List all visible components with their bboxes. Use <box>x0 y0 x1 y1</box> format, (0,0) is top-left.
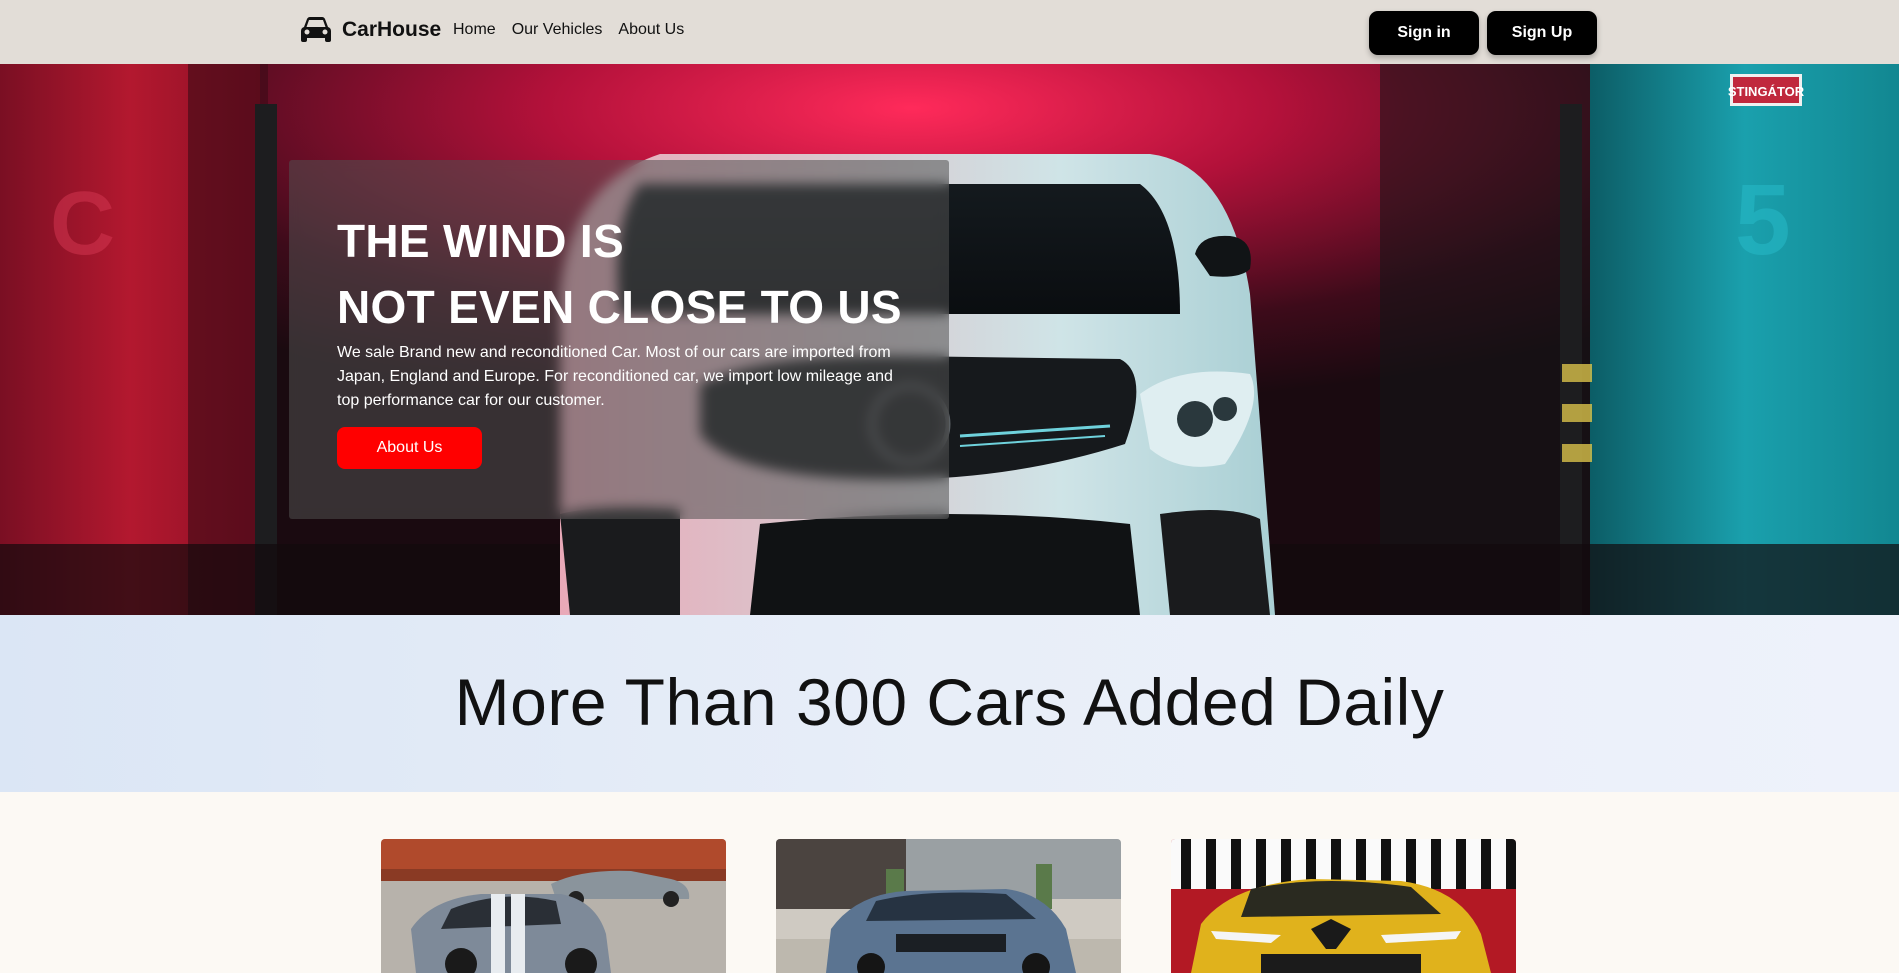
brand[interactable]: CarHouse <box>300 16 441 44</box>
vehicle-card[interactable] <box>381 839 726 973</box>
nav-link-our-vehicles[interactable]: Our Vehicles <box>512 21 603 39</box>
banner-title: More Than 300 Cars Added Daily <box>454 664 1445 739</box>
hero-title-line-2: NOT EVEN CLOSE TO US <box>337 281 902 333</box>
wall-sign-text: STINGÁTOR <box>1728 84 1805 99</box>
nav-links: Home Our Vehicles About Us <box>453 21 684 39</box>
hero-background-image: C STINGÁTOR 5 <box>0 64 1899 615</box>
sign-up-button[interactable]: Sign Up <box>1487 11 1597 55</box>
sign-in-button[interactable]: Sign in <box>1369 11 1479 55</box>
hero-description: We sale Brand new and reconditioned Car.… <box>337 344 893 409</box>
brand-name: CarHouse <box>342 18 442 41</box>
svg-text:C: C <box>50 174 115 274</box>
navbar: CarHouse Home Our Vehicles About Us Sign… <box>0 0 1899 64</box>
hero-title: THE WIND IS NOT EVEN CLOSE TO US <box>337 208 902 340</box>
hero-card: THE WIND IS NOT EVEN CLOSE TO US We sale… <box>289 160 949 519</box>
vehicle-image-mustang <box>381 839 726 973</box>
vehicles-section <box>0 792 1899 973</box>
hero-title-line-1: THE WIND IS <box>337 215 624 267</box>
hero-section: C STINGÁTOR 5 THE WIND IS NOT EVEN CLOSE… <box>0 64 1899 615</box>
about-us-button[interactable]: About Us <box>337 427 482 469</box>
svg-text:5: 5 <box>1735 164 1791 276</box>
vehicle-image-acura <box>1171 839 1516 973</box>
car-icon <box>301 17 331 42</box>
stats-banner: More Than 300 Cars Added Daily <box>0 615 1899 792</box>
nav-link-about-us[interactable]: About Us <box>618 21 684 39</box>
nav-link-home[interactable]: Home <box>453 21 496 39</box>
vehicle-card[interactable] <box>1171 839 1516 973</box>
vehicle-image-suv <box>776 839 1121 973</box>
vehicle-card[interactable] <box>776 839 1121 973</box>
